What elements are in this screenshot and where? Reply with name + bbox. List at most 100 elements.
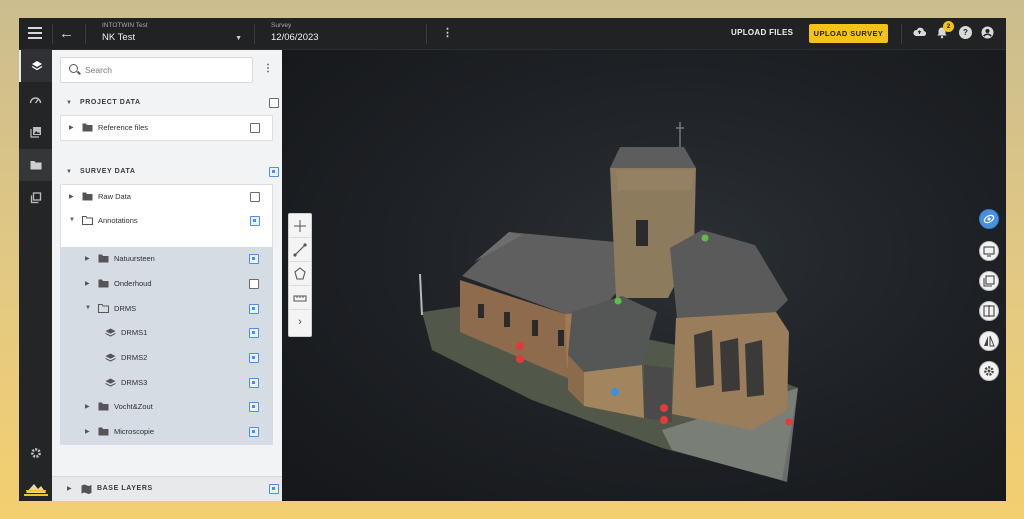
upload-survey-button[interactable]: UPLOAD SURVEY [809,24,888,43]
divider [85,24,86,44]
search-input[interactable] [85,62,245,78]
church-point-cloud[interactable] [282,50,1006,501]
checkbox[interactable] [250,192,260,202]
list-item-reference-files[interactable]: ▶ Reference files [61,116,272,140]
3d-viewport[interactable]: › [282,50,1006,501]
checkbox[interactable] [249,279,259,289]
item-label: DRMS3 [121,378,148,387]
more-vert-icon[interactable]: ⋮ [442,26,453,39]
crosshair-icon[interactable] [289,214,311,238]
section-survey-data[interactable]: ▼ SURVEY DATA [52,161,282,183]
caret-down-icon[interactable]: ▼ [66,100,72,106]
checkbox-checked[interactable] [249,328,259,338]
project-name: NK Test [102,32,136,43]
search-box[interactable] [60,57,253,83]
measure-line-icon[interactable] [289,238,311,262]
checkbox-checked[interactable] [249,304,259,314]
item-label: Microscopie [114,427,155,436]
menu-icon[interactable] [28,27,42,41]
layers-copy-icon[interactable] [979,271,999,291]
section-label: PROJECT DATA [80,99,141,106]
folder-icon [98,279,109,288]
item-label: Annotations [98,216,138,225]
divider [901,24,902,44]
gallery-icon[interactable] [19,116,52,148]
checkbox-checked[interactable] [269,484,279,494]
folder-icon [98,254,109,263]
caret-right-icon[interactable]: ▶ [67,485,72,492]
caret-right-icon[interactable]: ▶ [85,255,90,262]
item-label: Raw Data [98,192,131,201]
layer-icon [105,328,116,337]
checkbox-checked[interactable] [249,254,259,264]
item-label: Natuursteen [114,254,155,263]
polygon-icon[interactable] [289,262,311,286]
compare-icon[interactable] [979,301,999,321]
back-arrow-icon[interactable]: ← [59,25,74,42]
more-vert-icon[interactable]: ⋮ [263,63,273,74]
caret-right-icon[interactable]: ▶ [69,124,74,131]
item-label: Vocht&Zout [114,402,153,411]
caret-right-icon[interactable]: ▶ [85,280,90,287]
section-project-data[interactable]: ▼ PROJECT DATA [52,92,282,114]
checkbox-checked[interactable] [249,353,259,363]
flip-icon[interactable] [979,331,999,351]
help-icon[interactable]: ? [959,26,972,39]
layers-panel: ⋮ ‹ ▼ PROJECT DATA ▶ Reference files ▼ S… [52,50,302,501]
list-item-drms1[interactable]: DRMS1 [60,321,271,345]
gear-icon[interactable] [19,437,52,469]
project-selector[interactable]: INTOTWIN Test NK Test ▼ [102,22,242,43]
list-item-microscopie[interactable]: ▶ Microscopie [60,420,271,444]
caret-down-icon[interactable]: ▼ [69,217,75,223]
speedometer-icon[interactable] [19,83,52,115]
layer-icon [105,353,116,362]
upload-files-button[interactable]: UPLOAD FILES [731,28,793,37]
layers-icon[interactable] [19,50,52,82]
copy-icon[interactable] [19,182,52,214]
list-item-vocht-zout[interactable]: ▶ Vocht&Zout [60,395,271,419]
screen-icon[interactable] [979,241,999,261]
folder-icon [98,402,109,411]
chevron-right-icon[interactable]: › [289,310,311,334]
app-window: ← INTOTWIN Test NK Test ▼ Survey 12/06/2… [19,18,1006,501]
orbit-icon[interactable] [979,209,999,229]
caret-right-icon[interactable]: ▶ [85,403,90,410]
item-label: DRMS [114,304,137,313]
layer-icon [105,378,116,387]
cloud-upload-icon[interactable] [913,26,927,39]
divider [52,24,53,44]
checkbox[interactable] [269,98,279,108]
top-bar: ← INTOTWIN Test NK Test ▼ Survey 12/06/2… [19,18,1006,50]
checkbox[interactable] [250,123,260,133]
item-label: DRMS2 [121,353,148,362]
ruler-icon[interactable] [289,286,311,310]
chevron-down-icon[interactable]: ▼ [235,35,242,42]
list-item-annotations[interactable]: ▼ Annotations [61,209,272,233]
folder-icon [82,123,93,132]
checkbox-checked[interactable] [249,402,259,412]
survey-selector[interactable]: Survey 12/06/2023 [271,22,421,43]
caret-down-icon[interactable]: ▼ [85,305,91,311]
caret-right-icon[interactable]: ▶ [69,193,74,200]
checkbox-checked[interactable] [249,378,259,388]
section-label: BASE LAYERS [97,485,153,492]
section-base-layers[interactable]: ▶ BASE LAYERS [52,476,282,501]
list-item-drms[interactable]: ▼ DRMS [60,297,271,321]
annotations-group: ▶ Natuursteen ▶ Onderhoud ▼ DRMS DRMS1 D… [60,247,273,445]
survey-date: 12/06/2023 [271,32,319,43]
settings-icon[interactable] [979,361,999,381]
checkbox-checked[interactable] [249,427,259,437]
checkbox-checked[interactable] [250,216,260,226]
list-item-drms2[interactable]: DRMS2 [60,346,271,370]
checkbox-checked[interactable] [269,167,279,177]
list-item-onderhoud[interactable]: ▶ Onderhoud [60,272,271,296]
account-icon[interactable] [981,26,994,39]
item-label: DRMS1 [121,328,148,337]
caret-down-icon[interactable]: ▼ [66,169,72,175]
folder-icon[interactable] [19,149,52,181]
caret-right-icon[interactable]: ▶ [85,428,90,435]
list-item-raw-data[interactable]: ▶ Raw Data [61,185,272,209]
list-item-natuursteen[interactable]: ▶ Natuursteen [60,247,271,271]
list-item-drms3[interactable]: DRMS3 [60,371,271,395]
search-icon [69,64,78,73]
